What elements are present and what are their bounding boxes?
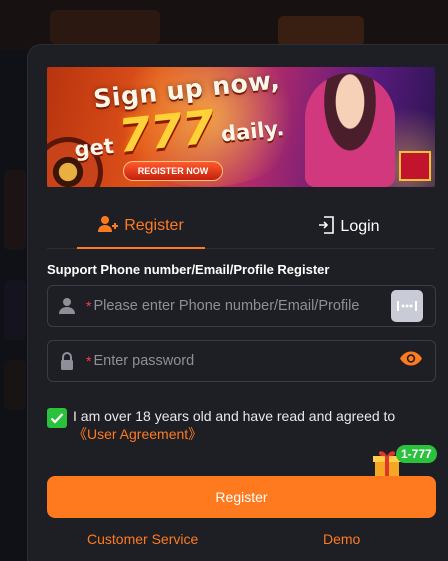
account-field[interactable]: * Please enter Phone number/Email/Profil…	[47, 285, 436, 327]
customer-service-link[interactable]: Customer Service	[87, 531, 198, 547]
keyboard-dots-icon	[391, 290, 423, 322]
lock-icon	[48, 352, 86, 370]
user-icon	[48, 297, 86, 315]
auth-tabs: Register Login	[47, 205, 435, 249]
agreement-statement: I am over 18 years old and have read and…	[73, 408, 396, 424]
register-modal: Sign up now, get 777 daily. REGISTER NOW…	[27, 44, 448, 561]
promo-gift-badge[interactable]: 1-777	[372, 445, 442, 479]
banner-777: 777	[115, 99, 217, 164]
tab-register-label: Register	[124, 217, 184, 234]
promo-badge-text: 1-777	[396, 445, 437, 463]
tab-register[interactable]: Register	[77, 205, 205, 249]
add-user-icon	[98, 215, 119, 238]
promo-banner[interactable]: Sign up now, get 777 daily. REGISTER NOW	[47, 67, 435, 187]
banner-register-now-button[interactable]: REGISTER NOW	[123, 161, 223, 181]
eye-icon	[399, 351, 423, 372]
check-icon	[50, 413, 64, 424]
agreement-row: I am over 18 years old and have read and…	[47, 407, 442, 443]
form-title: Support Phone number/Email/Profile Regis…	[47, 262, 330, 277]
toggle-password-visibility[interactable]	[399, 351, 423, 372]
password-placeholder: Enter password	[93, 353, 195, 369]
banner-get: get	[73, 133, 115, 162]
agreement-text: I am over 18 years old and have read and…	[73, 407, 442, 443]
banner-character	[305, 73, 395, 187]
gift-box-icon	[399, 151, 431, 181]
banner-daily: daily.	[219, 116, 286, 147]
keyboard-button[interactable]	[391, 290, 423, 322]
account-placeholder: Please enter Phone number/Email/Profile	[93, 298, 360, 314]
required-mark: *	[86, 298, 92, 314]
tab-login[interactable]: Login	[285, 205, 413, 249]
agreement-checkbox[interactable]	[47, 408, 67, 428]
password-field[interactable]: * Enter password	[47, 340, 436, 382]
required-mark: *	[86, 353, 92, 369]
demo-link[interactable]: Demo	[323, 531, 360, 547]
login-door-icon	[318, 215, 335, 239]
user-agreement-link[interactable]: 《User Agreement》	[73, 426, 202, 442]
register-button[interactable]: Register	[47, 476, 436, 518]
tab-login-label: Login	[340, 218, 380, 235]
